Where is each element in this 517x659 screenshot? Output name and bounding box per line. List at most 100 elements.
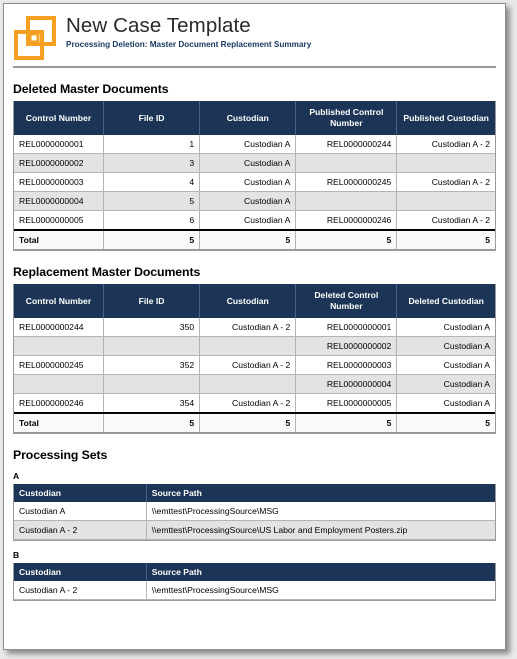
cell-custodian: Custodian A - 2	[14, 520, 147, 540]
table-replacement-master-documents: Control Number File ID Custodian Deleted…	[14, 284, 495, 433]
cell-control-number: REL0000000245	[14, 355, 104, 375]
total-deleted-custodian: 5	[396, 412, 495, 433]
cell-custodian: Custodian A - 2	[199, 355, 297, 375]
column-header-file-id[interactable]: File ID	[103, 284, 201, 318]
total-file-id: 5	[103, 229, 201, 250]
cell-custodian	[199, 374, 297, 394]
total-deleted-control-number: 5	[295, 412, 398, 433]
page-title: New Case Template	[66, 14, 251, 37]
column-header-deleted-control-number[interactable]: Deleted Control Number	[295, 284, 398, 318]
section-title-processing-sets: Processing Sets	[13, 448, 108, 462]
cell-published-control-number	[295, 191, 398, 211]
table-row: REL0000000005 6 Custodian A REL000000024…	[14, 210, 495, 231]
column-header-custodian[interactable]: Custodian	[199, 101, 297, 135]
table-row: REL0000000002 3 Custodian A	[14, 153, 495, 173]
cell-published-custodian: Custodian A - 2	[396, 135, 495, 154]
cell-custodian: Custodian A - 2	[199, 318, 297, 337]
column-header-custodian[interactable]: Custodian	[14, 484, 147, 502]
column-header-published-control-number[interactable]: Published Control Number	[295, 101, 398, 135]
table-wrapper-deleted-master-documents: Control Number File ID Custodian Publish…	[13, 101, 496, 251]
table-total-row: Total 5 5 5 5	[14, 412, 495, 433]
table-processing-set-b: Custodian Source Path Custodian A - 2 \\…	[14, 563, 495, 600]
table-deleted-master-documents: Control Number File ID Custodian Publish…	[14, 101, 495, 250]
column-header-file-id[interactable]: File ID	[103, 101, 201, 135]
cell-file-id: 5	[103, 191, 201, 211]
cell-published-custodian: Custodian A - 2	[396, 172, 495, 192]
report-page: New Case Template Processing Deletion: M…	[3, 3, 506, 650]
section-title-deleted-master-documents: Deleted Master Documents	[13, 82, 169, 96]
column-header-published-custodian[interactable]: Published Custodian	[396, 101, 495, 135]
table-wrapper-processing-set-b: Custodian Source Path Custodian A - 2 \\…	[13, 563, 496, 601]
cell-deleted-control-number: REL0000000002	[295, 336, 398, 356]
processing-set-name-a: A	[13, 471, 20, 481]
total-custodian: 5	[199, 229, 297, 250]
table-row: REL0000000002 Custodian A	[14, 336, 495, 356]
two-overlapping-squares-logo-icon	[13, 15, 57, 61]
document-header: New Case Template Processing Deletion: M…	[13, 10, 496, 61]
cell-published-custodian: Custodian A - 2	[396, 210, 495, 231]
column-header-control-number[interactable]: Control Number	[14, 101, 104, 135]
cell-file-id: 352	[103, 355, 201, 375]
column-header-custodian[interactable]: Custodian	[199, 284, 297, 318]
column-header-control-number[interactable]: Control Number	[14, 284, 104, 318]
cell-source-path: \\emttest\ProcessingSource\MSG	[146, 581, 495, 600]
cell-file-id: 350	[103, 318, 201, 337]
cell-custodian: Custodian A - 2	[199, 393, 297, 414]
table-row: REL0000000246 354 Custodian A - 2 REL000…	[14, 393, 495, 414]
cell-control-number: REL0000000002	[14, 153, 104, 173]
processing-set-name-b: B	[13, 550, 20, 560]
total-label: Total	[14, 412, 104, 433]
table-total-row: Total 5 5 5 5	[14, 229, 495, 250]
cell-control-number	[14, 374, 104, 394]
column-header-custodian[interactable]: Custodian	[14, 563, 147, 581]
section-title-replacement-master-documents: Replacement Master Documents	[13, 265, 201, 279]
cell-file-id: 1	[103, 135, 201, 154]
page-subtitle: Processing Deletion: Master Document Rep…	[66, 40, 312, 49]
cell-deleted-control-number: REL0000000004	[295, 374, 398, 394]
table-row: Custodian A - 2 \\emttest\ProcessingSour…	[14, 520, 495, 540]
column-header-source-path[interactable]: Source Path	[146, 563, 495, 581]
cell-custodian	[199, 336, 297, 356]
cell-control-number: REL0000000244	[14, 318, 104, 337]
cell-deleted-custodian: Custodian A	[396, 318, 495, 337]
cell-deleted-custodian: Custodian A	[396, 374, 495, 394]
cell-deleted-control-number: REL0000000003	[295, 355, 398, 375]
table-header-row: Control Number File ID Custodian Publish…	[14, 101, 495, 135]
header-divider	[13, 66, 496, 68]
table-row: REL0000000004 Custodian A	[14, 374, 495, 394]
cell-file-id: 3	[103, 153, 201, 173]
cell-file-id	[103, 336, 201, 356]
cell-control-number	[14, 336, 104, 356]
cell-custodian: Custodian A	[199, 172, 297, 192]
cell-file-id: 354	[103, 393, 201, 414]
cell-published-custodian	[396, 153, 495, 173]
cell-custodian: Custodian A	[199, 153, 297, 173]
cell-file-id	[103, 374, 201, 394]
cell-source-path: \\emttest\ProcessingSource\MSG	[146, 502, 495, 521]
cell-custodian: Custodian A	[199, 210, 297, 231]
cell-custodian: Custodian A	[199, 191, 297, 211]
table-row: REL0000000245 352 Custodian A - 2 REL000…	[14, 355, 495, 375]
table-wrapper-replacement-master-documents: Control Number File ID Custodian Deleted…	[13, 284, 496, 434]
table-processing-set-a: Custodian Source Path Custodian A \\emtt…	[14, 484, 495, 540]
table-header-row: Custodian Source Path	[14, 484, 495, 502]
cell-control-number: REL0000000246	[14, 393, 104, 414]
cell-control-number: REL0000000005	[14, 210, 104, 231]
cell-control-number: REL0000000003	[14, 172, 104, 192]
cell-deleted-custodian: Custodian A	[396, 355, 495, 375]
cell-file-id: 6	[103, 210, 201, 231]
cell-control-number: REL0000000001	[14, 135, 104, 154]
total-published-control-number: 5	[295, 229, 398, 250]
column-header-deleted-custodian[interactable]: Deleted Custodian	[396, 284, 495, 318]
table-row: REL0000000001 1 Custodian A REL000000024…	[14, 135, 495, 154]
table-row: REL0000000004 5 Custodian A	[14, 191, 495, 211]
total-label: Total	[14, 229, 104, 250]
cell-custodian: Custodian A - 2	[14, 581, 147, 600]
table-row: Custodian A - 2 \\emttest\ProcessingSour…	[14, 581, 495, 600]
total-file-id: 5	[103, 412, 201, 433]
table-row: Custodian A \\emttest\ProcessingSource\M…	[14, 502, 495, 521]
total-published-custodian: 5	[396, 229, 495, 250]
cell-control-number: REL0000000004	[14, 191, 104, 211]
cell-custodian: Custodian A	[199, 135, 297, 154]
column-header-source-path[interactable]: Source Path	[146, 484, 495, 502]
